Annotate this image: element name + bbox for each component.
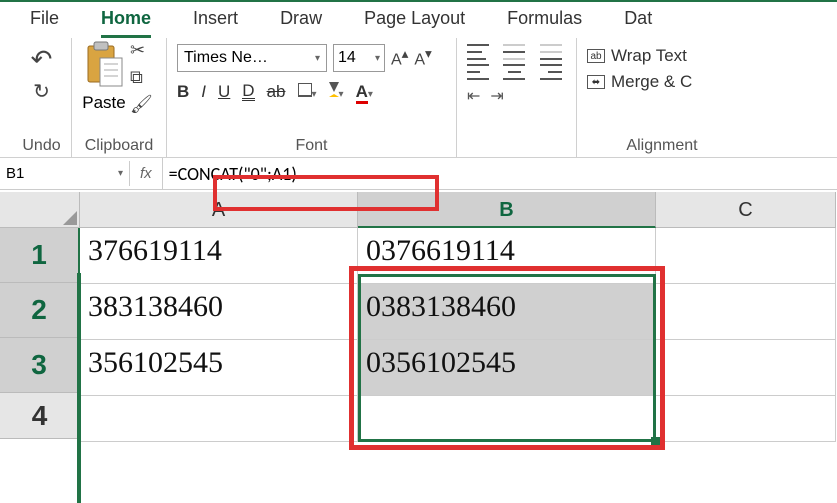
- font-size-select[interactable]: 14▾: [333, 44, 385, 72]
- tab-draw[interactable]: Draw: [280, 8, 322, 38]
- clipboard-icon: [82, 40, 126, 88]
- cell-c1[interactable]: [656, 228, 836, 284]
- tab-home[interactable]: Home: [101, 8, 151, 38]
- fx-icon[interactable]: fx: [130, 158, 163, 189]
- row-header-2[interactable]: 2: [0, 283, 80, 338]
- align-top-icon[interactable]: [467, 44, 489, 60]
- tab-formulas[interactable]: Formulas: [507, 8, 582, 38]
- font-name-select[interactable]: Times Ne…▾: [177, 44, 327, 72]
- italic-button[interactable]: I: [201, 82, 206, 102]
- cell-c3[interactable]: [656, 340, 836, 396]
- spreadsheet-grid: 1 2 3 4 A B C 376619114 0376619114 38313…: [0, 192, 837, 442]
- group-wrap: abWrap Text ⬌Merge & C Alignment: [577, 38, 747, 157]
- align-left-icon[interactable]: [467, 64, 489, 80]
- row-header-3[interactable]: 3: [0, 338, 80, 393]
- cell-a4[interactable]: [80, 396, 358, 442]
- cell-a2[interactable]: 383138460: [80, 284, 358, 340]
- underline-button[interactable]: U: [218, 82, 230, 102]
- undo-group-label: Undo: [22, 135, 61, 157]
- cell-a1[interactable]: 376619114: [80, 228, 358, 284]
- group-font: Times Ne…▾ 14▾ A▴ A▾ B I U D ab ▾ ▾ A▾ F…: [167, 38, 457, 157]
- cell-b3[interactable]: 0356102545: [358, 340, 656, 396]
- alignment-group-label: Alignment: [587, 135, 737, 157]
- undo-icon[interactable]: ↶: [22, 44, 61, 75]
- tab-insert[interactable]: Insert: [193, 8, 238, 38]
- copy-icon[interactable]: ⧉: [130, 67, 153, 88]
- col-header-b[interactable]: B: [358, 192, 656, 228]
- wrap-text-icon: ab: [587, 49, 605, 63]
- cell-b4[interactable]: [358, 396, 656, 442]
- font-group-label: Font: [177, 135, 446, 157]
- fill-handle[interactable]: [651, 437, 660, 446]
- wrap-text-button[interactable]: abWrap Text: [587, 46, 737, 66]
- align-middle-icon[interactable]: [503, 44, 525, 60]
- select-all-corner[interactable]: [0, 192, 80, 228]
- align-right-icon[interactable]: [540, 64, 562, 80]
- group-align: ⇤ ⇥: [457, 38, 577, 157]
- increase-font-icon[interactable]: A▴: [391, 46, 408, 69]
- redo-icon[interactable]: ↻: [22, 79, 61, 104]
- group-clipboard: Paste ✂ ⧉ 🖌 Clipboard: [72, 38, 167, 157]
- ribbon: ↶ ↻ Undo Paste ✂ ⧉ 🖌 Clipboard Times Ne……: [0, 38, 837, 158]
- ribbon-tabs: File Home Insert Draw Page Layout Formul…: [0, 2, 837, 38]
- bold-button[interactable]: B: [177, 82, 189, 102]
- border-button[interactable]: ▾: [298, 82, 317, 102]
- tab-page-layout[interactable]: Page Layout: [364, 8, 465, 38]
- paste-button[interactable]: Paste: [82, 40, 126, 113]
- cell-b1[interactable]: 0376619114: [358, 228, 656, 284]
- strikethrough-button[interactable]: ab: [267, 82, 286, 102]
- formula-input[interactable]: =CONCAT("0";A1): [163, 161, 837, 187]
- group-undo: ↶ ↻ Undo: [12, 38, 72, 157]
- decrease-font-icon[interactable]: A▾: [414, 46, 431, 69]
- merge-icon: ⬌: [587, 75, 605, 89]
- cell-a3[interactable]: 356102545: [80, 340, 358, 396]
- name-box[interactable]: B1▾: [0, 161, 130, 186]
- fill-color-button[interactable]: ▾: [329, 82, 344, 102]
- merge-center-button[interactable]: ⬌Merge & C: [587, 72, 737, 92]
- cell-c4[interactable]: [656, 396, 836, 442]
- row-header-4[interactable]: 4: [0, 393, 80, 439]
- double-underline-button[interactable]: D: [242, 83, 254, 101]
- tab-data[interactable]: Dat: [624, 8, 652, 38]
- cell-c2[interactable]: [656, 284, 836, 340]
- decrease-indent-icon[interactable]: ⇤: [467, 86, 480, 106]
- formula-bar: B1▾ fx =CONCAT("0";A1): [0, 158, 837, 190]
- tab-file[interactable]: File: [30, 8, 59, 38]
- cell-b2[interactable]: 0383138460: [358, 284, 656, 340]
- align-bottom-icon[interactable]: [540, 44, 562, 60]
- row-header-1[interactable]: 1: [0, 228, 80, 283]
- col-header-a[interactable]: A: [80, 192, 358, 228]
- col-header-c[interactable]: C: [656, 192, 836, 228]
- clipboard-group-label: Clipboard: [82, 135, 156, 157]
- align-center-icon[interactable]: [503, 64, 525, 80]
- column-a-left-accent: [77, 273, 81, 503]
- cut-icon[interactable]: ✂: [130, 40, 153, 61]
- font-color-button[interactable]: A▾: [356, 82, 373, 102]
- increase-indent-icon[interactable]: ⇥: [490, 86, 503, 106]
- format-painter-icon[interactable]: 🖌: [130, 94, 153, 115]
